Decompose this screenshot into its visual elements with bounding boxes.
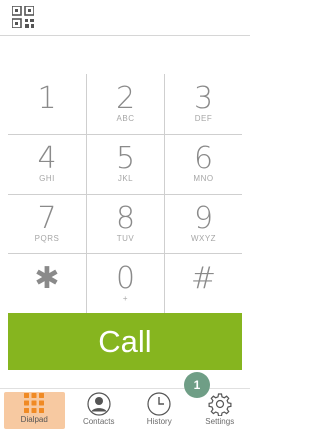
call-button-label: Call (98, 323, 152, 359)
key-digit: # (190, 260, 217, 296)
key-digit: 7 (37, 200, 57, 236)
key-3[interactable]: 3 DEF (164, 74, 242, 134)
key-letters: PQRS (34, 233, 60, 243)
key-5[interactable]: 5 JKL (86, 133, 164, 194)
key-digit: 2 (115, 80, 136, 116)
key-2[interactable]: 2 ABC (86, 74, 164, 134)
key-letters: JKL (117, 174, 134, 184)
key-letters: + (122, 293, 129, 303)
key-digit: 0 (115, 260, 136, 296)
qr-code-icon[interactable] (12, 6, 34, 28)
key-letters: GHI (39, 174, 55, 184)
key-letters: DEF (194, 113, 213, 123)
key-star[interactable]: ✱ (8, 253, 86, 313)
key-digit: 9 (193, 200, 214, 236)
key-letters: TUV (116, 233, 135, 243)
dialpad-icon (24, 393, 45, 413)
tab-history[interactable]: History (129, 389, 190, 429)
key-4[interactable]: 4 GHI (8, 133, 86, 194)
top-bar (0, 0, 250, 36)
key-7[interactable]: 7 PQRS (8, 193, 86, 254)
key-1[interactable]: 1 (8, 74, 86, 134)
notification-badge: 1 (184, 372, 210, 398)
key-digit: 3 (193, 80, 214, 116)
tab-label: Contacts (82, 417, 115, 426)
dialpad-keypad: 1 2 ABC 3 DEF 4 GHI 5 JKL 6 MNO 7 PQRS 8 (8, 74, 242, 313)
tab-label: Dialpad (20, 415, 48, 424)
dialer-screen: 1 2 ABC 3 DEF 4 GHI 5 JKL 6 MNO 7 PQRS 8 (0, 0, 250, 429)
key-letters: ABC (116, 113, 135, 123)
key-digit: ✱ (34, 260, 60, 296)
key-digit: 1 (37, 80, 57, 116)
key-hash[interactable]: # (164, 253, 242, 313)
tab-contacts[interactable]: Contacts (69, 389, 130, 429)
key-letters: WXYZ (190, 233, 217, 243)
key-6[interactable]: 6 MNO (164, 133, 242, 194)
tab-bar: Dialpad Contacts History Settings (0, 388, 250, 429)
gear-icon (208, 393, 232, 416)
key-8[interactable]: 8 TUV (86, 193, 164, 254)
contact-icon (87, 392, 111, 416)
badge-count: 1 (193, 378, 201, 392)
tab-label: Settings (205, 417, 235, 426)
key-0[interactable]: 0 + (86, 253, 164, 313)
key-9[interactable]: 9 WXYZ (164, 193, 242, 254)
key-digit: 5 (115, 141, 136, 177)
clock-icon (147, 392, 171, 416)
call-button[interactable]: Call (8, 313, 242, 370)
tab-dialpad[interactable]: Dialpad (4, 392, 65, 429)
key-digit: 8 (115, 200, 136, 236)
tab-label: History (146, 417, 172, 426)
key-digit: 4 (37, 141, 57, 177)
key-digit: 6 (193, 141, 214, 177)
key-letters: MNO (193, 174, 214, 184)
